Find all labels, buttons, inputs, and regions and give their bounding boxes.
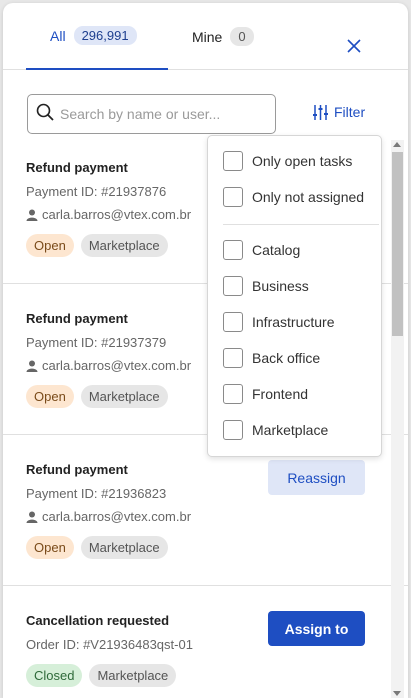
tab-all[interactable]: All 296,991 [26, 3, 168, 70]
task-panel: All 296,991 Mine 0 Filter Refund payment… [3, 3, 408, 698]
filter-option-marketplace[interactable]: Marketplace [223, 419, 328, 441]
filter-dropdown: Only open tasks Only not assigned Catalo… [207, 135, 382, 457]
search-box [27, 94, 276, 134]
tab-bar: All 296,991 Mine 0 [3, 3, 408, 70]
filter-option-frontend[interactable]: Frontend [223, 383, 308, 405]
filter-button[interactable]: Filter [312, 102, 365, 122]
status-badge: Closed [26, 664, 83, 687]
filter-option-label: Frontend [252, 386, 309, 402]
task-tags: Open Marketplace [26, 234, 175, 257]
task-user: carla.barros@vtex.com.br [26, 358, 191, 373]
status-badge: Open [26, 385, 74, 408]
filter-option-not-assigned[interactable]: Only not assigned [223, 186, 364, 208]
filter-option-label: Infrastructure [252, 314, 335, 330]
task-user-email: carla.barros@vtex.com.br [42, 207, 192, 222]
filter-label: Filter [334, 104, 366, 120]
filter-option-label: Marketplace [252, 422, 329, 438]
checkbox[interactable] [223, 384, 243, 404]
task-id: Order ID: #V21936483qst-01 [26, 637, 193, 652]
task-title: Refund payment [26, 160, 128, 175]
close-icon[interactable] [346, 38, 364, 56]
user-icon [26, 360, 38, 372]
checkbox[interactable] [223, 240, 243, 260]
search-input[interactable] [60, 106, 260, 122]
user-icon [26, 511, 38, 523]
task-item[interactable]: Cancellation requested Order ID: #V21936… [3, 586, 408, 698]
search-icon [36, 103, 54, 126]
checkbox[interactable] [223, 151, 243, 171]
task-title: Refund payment [26, 311, 128, 326]
tab-mine-label: Mine [192, 28, 223, 45]
reassign-button[interactable]: Reassign [268, 460, 365, 495]
checkbox[interactable] [223, 312, 243, 332]
scroll-down-icon[interactable] [393, 691, 401, 696]
filter-option-catalog[interactable]: Catalog [223, 239, 300, 261]
tab-mine[interactable]: Mine 0 [192, 3, 254, 70]
task-id: Payment ID: #21937379 [26, 335, 167, 350]
assign-to-button[interactable]: Assign to [268, 611, 365, 646]
user-icon [26, 209, 38, 221]
task-user: carla.barros@vtex.com.br [26, 509, 191, 524]
tab-all-label: All [50, 27, 66, 44]
filter-option-back-office[interactable]: Back office [223, 347, 320, 369]
tab-mine-count: 0 [230, 27, 254, 46]
task-tags: Open Marketplace [26, 536, 175, 559]
filter-option-label: Business [252, 278, 309, 294]
checkbox[interactable] [223, 276, 243, 296]
task-user-email: carla.barros@vtex.com.br [42, 358, 192, 373]
task-id: Payment ID: #21937876 [26, 184, 167, 199]
filter-option-label: Catalog [252, 242, 301, 258]
task-user-email: carla.barros@vtex.com.br [42, 509, 192, 524]
task-id: Payment ID: #21936823 [26, 486, 167, 501]
status-badge: Open [26, 536, 74, 559]
filter-option-label: Only open tasks [252, 153, 353, 169]
filter-option-business[interactable]: Business [223, 275, 309, 297]
task-tags: Closed Marketplace [26, 664, 183, 687]
status-badge: Open [26, 234, 74, 257]
task-tags: Open Marketplace [26, 385, 175, 408]
scrollbar[interactable] [391, 140, 404, 698]
tab-all-count: 296,991 [73, 26, 137, 45]
scroll-thumb[interactable] [392, 152, 403, 336]
filter-option-label: Only not assigned [252, 189, 365, 205]
team-badge: Marketplace [80, 234, 168, 257]
team-badge: Marketplace [80, 385, 168, 408]
divider [223, 224, 379, 225]
task-title: Refund payment [26, 462, 128, 477]
filter-option-label: Back office [252, 350, 321, 366]
team-badge: Marketplace [89, 664, 177, 687]
filter-icon [313, 104, 328, 120]
checkbox[interactable] [223, 420, 243, 440]
task-user: carla.barros@vtex.com.br [26, 207, 191, 222]
filter-option-infrastructure[interactable]: Infrastructure [223, 311, 334, 333]
checkbox[interactable] [223, 187, 243, 207]
filter-option-open-tasks[interactable]: Only open tasks [223, 150, 352, 172]
task-title: Cancellation requested [26, 613, 170, 628]
team-badge: Marketplace [80, 536, 168, 559]
checkbox[interactable] [223, 348, 243, 368]
scroll-up-icon[interactable] [393, 142, 401, 147]
task-item[interactable]: Refund payment Payment ID: #21936823 car… [3, 435, 408, 586]
